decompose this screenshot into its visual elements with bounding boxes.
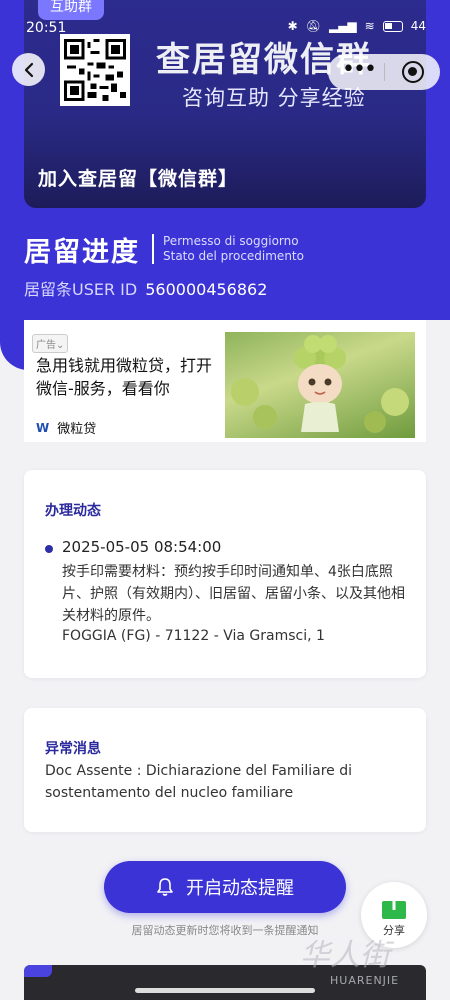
page-subtitle-line1: Permesso di soggiorno — [163, 234, 299, 248]
progress-card: 办理动态 2025-05-05 08:54:00 按手印需要材料：预约按手印时间… — [24, 470, 426, 678]
warning-heading: 异常消息 — [45, 741, 101, 757]
ad-brand-name: 微粒贷 — [57, 422, 97, 437]
ad-tag-label: 广告 — [36, 340, 56, 351]
status-time: 20:51 — [26, 20, 67, 36]
chevron-down-icon: ⌄ — [56, 340, 65, 351]
timeline-dot — [45, 545, 53, 553]
ad-brand: W 微粒贷 — [36, 418, 97, 438]
page-subtitle-line2: Stato del procedimento — [163, 249, 304, 263]
watermark-subtext: HUARENJIE — [330, 974, 400, 987]
user-id-value: 560000456862 — [145, 280, 268, 299]
brand-logo-icon: W — [36, 420, 50, 435]
timeline-address: FOGGIA (FG) - 71122 - Via Gramsci, 1 — [62, 628, 325, 644]
enable-notification-label: 开启动态提醒 — [186, 878, 294, 899]
close-miniprogram-icon[interactable] — [402, 61, 424, 83]
timeline-description: 按手印需要材料：预约按手印时间通知单、4张白底照片、护照（有效期内）、旧居留、居… — [62, 564, 405, 624]
join-group-label[interactable]: 加入查居留【微信群】 — [38, 164, 238, 191]
warning-card: 异常消息 Doc Assente : Dichiarazione del Fam… — [24, 708, 426, 832]
user-id-label: 居留条USER ID — [24, 280, 138, 299]
qr-code-image — [60, 34, 130, 106]
home-indicator[interactable] — [135, 988, 315, 993]
banner-tag: 互助群 — [38, 0, 104, 20]
back-button[interactable] — [12, 53, 45, 86]
status-icons: ✱ 🔕︎ ▂▄▆ ≋ 44 — [288, 19, 426, 33]
battery-icon — [382, 20, 403, 32]
progress-heading: 办理动态 — [45, 503, 101, 519]
ad-text: 急用钱就用微粒贷，打开微信-服务，看看你 — [36, 356, 213, 398]
more-icon[interactable]: ••• — [342, 59, 377, 81]
capsule-divider — [384, 63, 385, 81]
silent-icon: 🔕︎ — [305, 19, 321, 33]
miniprogram-capsule: ••• — [328, 54, 440, 90]
warning-text: Doc Assente : Dichiarazione del Familiar… — [45, 763, 353, 801]
ad-image — [225, 332, 415, 438]
wifi-icon: ≋ — [364, 19, 375, 33]
status-bar: 20:51 ✱ 🔕︎ ▂▄▆ ≋ 44 — [0, 18, 450, 40]
ad-tag[interactable]: 广告⌄ — [32, 334, 69, 353]
battery-level: 44 — [410, 19, 426, 33]
chevron-left-icon — [24, 62, 33, 77]
watermark-logo: 华人街 — [300, 938, 390, 973]
page-subtitle: Permesso di soggiorno Stato del procedim… — [163, 234, 304, 264]
signal-icon: ▂▄▆ — [328, 19, 357, 33]
timeline-datetime: 2025-05-05 08:54:00 — [62, 538, 222, 556]
bell-icon — [157, 878, 173, 896]
ad-card[interactable]: 广告⌄ 急用钱就用微粒贷，打开微信-服务，看看你 W 微粒贷 — [24, 320, 426, 442]
share-icon — [382, 892, 406, 919]
bluetooth-icon: ✱ — [287, 19, 298, 33]
user-id-row: 居留条USER ID 560000456862 — [24, 276, 267, 300]
title-divider — [152, 234, 154, 264]
page-title: 居留进度 — [24, 237, 140, 268]
enable-notification-button[interactable]: 开启动态提醒 — [104, 861, 346, 913]
